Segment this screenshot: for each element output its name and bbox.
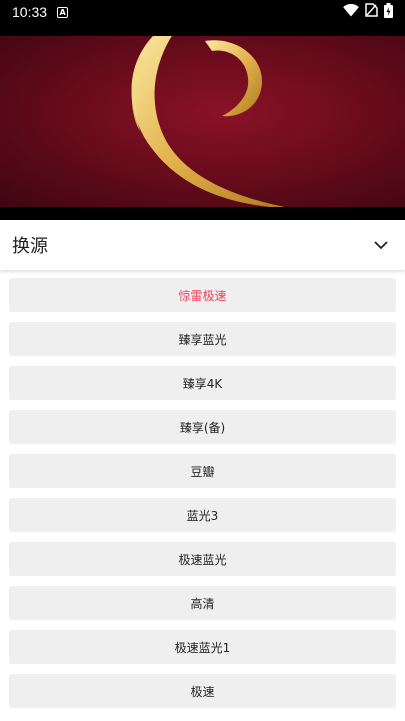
chevron-down-icon[interactable] [369,233,393,257]
source-item[interactable]: 极速蓝光 [9,542,396,576]
battery-charging-icon [384,2,393,22]
wifi-icon [343,3,359,21]
source-item[interactable]: 高清 [9,586,396,620]
source-item[interactable]: 臻享4K [9,366,396,400]
source-item[interactable]: 极速 [9,674,396,708]
source-item[interactable]: 极速蓝光1 [9,630,396,664]
notification-icon: A [57,6,69,18]
source-list: 惊雷极速臻享蓝光臻享4K 臻享(备) 豆瓣蓝光3 极速蓝光高清极速蓝光1 极速 [0,278,405,718]
status-time: 10:33 [12,4,48,20]
logo-swirl-graphic [131,36,285,207]
source-panel-title: 换源 [12,236,48,257]
source-item[interactable]: 豆瓣 [9,454,396,488]
video-player[interactable] [0,24,405,220]
source-item[interactable]: 蓝光3 [9,498,396,532]
status-bar: 10:33 A [0,0,405,24]
no-sim-icon [365,3,378,21]
source-item[interactable]: 臻享(备) [9,410,396,444]
source-item[interactable]: 惊雷极速 [9,278,396,312]
video-frame[interactable] [0,36,405,207]
source-panel-header[interactable]: 换源 [0,220,405,270]
source-item[interactable]: 臻享蓝光 [9,322,396,356]
